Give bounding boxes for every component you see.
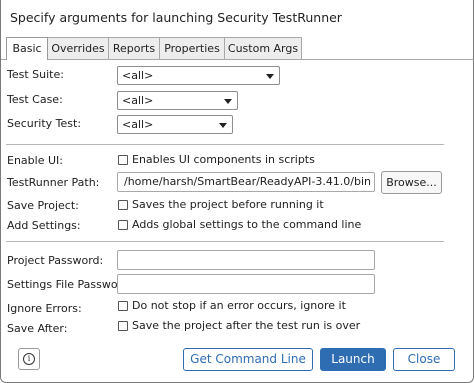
test-suite-label: Test Suite:: [7, 68, 64, 81]
tab-custom-args[interactable]: Custom Args: [224, 37, 302, 59]
save-after-checkbox-label: Save the project after the test run is o…: [132, 319, 361, 332]
browse-button[interactable]: Browse...: [381, 171, 442, 194]
save-project-checkbox-label: Saves the project before running it: [132, 198, 324, 211]
add-settings-label: Add Settings:: [7, 219, 81, 232]
tab-basic[interactable]: Basic: [6, 37, 48, 60]
settings-file-password-input[interactable]: [117, 274, 375, 294]
test-case-label: Test Case:: [7, 93, 63, 106]
separator: [6, 241, 444, 242]
save-after-label: Save After:: [7, 322, 68, 335]
enable-ui-checkbox-label: Enables UI components in scripts: [132, 153, 315, 166]
tab-properties[interactable]: Properties: [159, 37, 225, 59]
security-test-select[interactable]: <all>: [117, 115, 233, 134]
add-settings-checkbox[interactable]: [118, 220, 128, 230]
basic-tab-panel: Test Suite: <all> Test Case: <all> Secur…: [1, 59, 474, 337]
title-bar: Specify arguments for launching Security…: [1, 0, 474, 36]
dialog-window: Specify arguments for launching Security…: [0, 0, 474, 383]
test-suite-select[interactable]: <all>: [117, 66, 280, 85]
save-project-label: Save Project:: [7, 199, 79, 212]
separator: [6, 144, 444, 145]
get-command-line-button[interactable]: Get Command Line: [183, 348, 313, 371]
enable-ui-checkbox[interactable]: [118, 155, 128, 165]
add-settings-checkbox-label: Adds global settings to the command line: [132, 218, 362, 231]
chevron-down-icon: [224, 99, 232, 104]
window-title: Specify arguments for launching Security…: [10, 10, 342, 25]
security-test-value: <all>: [122, 118, 154, 131]
launch-button[interactable]: Launch: [320, 348, 386, 371]
tab-overrides[interactable]: Overrides: [47, 37, 109, 59]
test-case-value: <all>: [122, 94, 154, 107]
test-suite-value: <all>: [122, 69, 154, 82]
info-icon: i: [23, 353, 35, 365]
help-button[interactable]: i: [18, 348, 40, 370]
security-test-label: Security Test:: [7, 117, 82, 130]
testrunner-path-input[interactable]: /home/harsh/SmartBear/ReadyAPI-3.41.0/bi…: [117, 172, 375, 192]
ignore-errors-checkbox-label: Do not stop if an error occurs, ignore i…: [132, 299, 346, 312]
chevron-down-icon: [266, 74, 274, 79]
ignore-errors-checkbox[interactable]: [118, 301, 128, 311]
project-password-input[interactable]: [117, 250, 375, 270]
save-after-checkbox[interactable]: [118, 321, 128, 331]
chevron-down-icon: [219, 123, 227, 128]
close-button[interactable]: Close: [393, 348, 455, 371]
settings-file-password-label: Settings File Password:: [7, 278, 133, 291]
enable-ui-label: Enable UI:: [7, 154, 63, 167]
test-case-select[interactable]: <all>: [117, 91, 238, 110]
save-project-checkbox[interactable]: [118, 200, 128, 210]
project-password-label: Project Password:: [7, 254, 104, 267]
testrunner-path-label: TestRunner Path:: [7, 176, 100, 189]
ignore-errors-label: Ignore Errors:: [7, 302, 82, 315]
tab-reports[interactable]: Reports: [108, 37, 160, 59]
